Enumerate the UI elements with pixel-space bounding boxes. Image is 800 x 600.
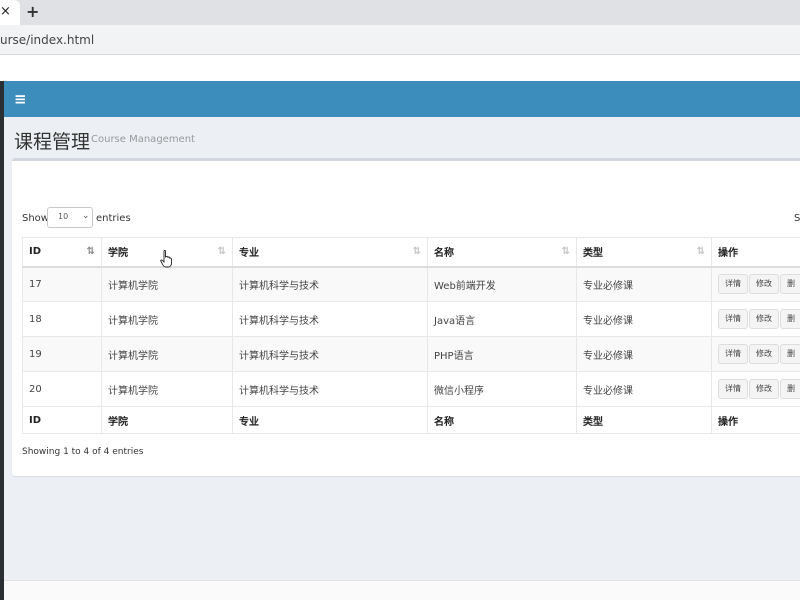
cell-type: 专业必修课 xyxy=(576,336,712,372)
length-entries-label: entries xyxy=(96,213,131,224)
cell-actions: 详情 修改删 xyxy=(711,336,800,372)
length-show-label: Show xyxy=(22,213,49,224)
footer-college: 学院 xyxy=(101,406,233,434)
table-header-row: ID ⇅ 学院 ⇅ 专业 ⇅ 名称 ⇅ 类型 ⇅ 操作 xyxy=(22,237,800,268)
cell-name: Web前端开发 xyxy=(427,266,577,302)
table-footer-row: ID 学院 专业 名称 类型 操作 xyxy=(22,406,800,434)
detail-button[interactable]: 详情 xyxy=(718,274,748,295)
search-label: S xyxy=(794,213,800,224)
cell-name: 微信小程序 xyxy=(427,371,577,407)
page-subtitle: Course Management xyxy=(91,134,195,145)
cell-id: 18 xyxy=(22,301,102,337)
page-title: 课程管理 xyxy=(14,131,91,153)
column-header-id[interactable]: ID ⇅ xyxy=(22,237,102,268)
cell-id: 19 xyxy=(22,336,102,372)
address-bar[interactable]: urse/index.html xyxy=(0,25,800,55)
page-footer xyxy=(4,580,800,600)
edit-button[interactable]: 修改 xyxy=(749,379,779,399)
column-header-actions: 操作 xyxy=(711,237,800,268)
cell-type: 专业必修课 xyxy=(576,371,712,407)
edit-button[interactable]: 修改 xyxy=(749,344,779,364)
column-header-major[interactable]: 专业 ⇅ xyxy=(232,237,428,268)
cell-type: 专业必修课 xyxy=(576,266,712,302)
cell-id: 17 xyxy=(22,266,102,302)
cell-actions: 详情 修改删 xyxy=(711,371,800,407)
column-header-name[interactable]: 名称 ⇅ xyxy=(427,237,577,268)
cell-major: 计算机科学与技术 xyxy=(232,301,428,337)
course-table: ID ⇅ 学院 ⇅ 专业 ⇅ 名称 ⇅ 类型 ⇅ 操作 17 计算机学院 计算机科学与技术… xyxy=(22,237,800,434)
sort-icon: ⇅ xyxy=(412,246,421,257)
delete-button[interactable]: 删 xyxy=(780,344,800,364)
cell-actions: 详情 修改删 xyxy=(711,266,800,302)
edit-button[interactable]: 修改 xyxy=(749,274,779,295)
footer-type: 类型 xyxy=(576,406,712,434)
cell-type: 专业必修课 xyxy=(576,301,712,337)
cell-major: 计算机科学与技术 xyxy=(232,336,428,372)
footer-id: ID xyxy=(22,406,102,434)
course-table-box: Show 10 ⌄ entries S ID ⇅ 学院 ⇅ 专业 ⇅ 名称 ⇅ 类型 ⇅ … xyxy=(12,158,800,476)
delete-button[interactable]: 删 xyxy=(780,379,800,399)
detail-button[interactable]: 详情 xyxy=(718,379,748,399)
cell-college: 计算机学院 xyxy=(101,301,233,337)
delete-button[interactable]: 删 xyxy=(780,274,800,295)
cell-id: 20 xyxy=(22,371,102,407)
column-header-type[interactable]: 类型 ⇅ xyxy=(576,237,712,268)
browser-tab[interactable]: × xyxy=(0,0,20,25)
cell-college: 计算机学院 xyxy=(101,371,233,407)
table-row: 18 计算机学院 计算机科学与技术 Java语言 专业必修课 详情 修改删 xyxy=(22,301,800,337)
footer-name: 名称 xyxy=(427,406,577,434)
table-row: 19 计算机学院 计算机科学与技术 PHP语言 专业必修课 详情 修改删 xyxy=(22,336,800,372)
cell-name: PHP语言 xyxy=(427,336,577,372)
page-top-area xyxy=(0,55,800,81)
top-navbar: ≡ xyxy=(4,81,800,117)
menu-toggle-icon[interactable]: ≡ xyxy=(14,90,27,108)
close-icon[interactable]: × xyxy=(0,4,11,20)
edit-button[interactable]: 修改 xyxy=(749,309,779,329)
cell-major: 计算机科学与技术 xyxy=(232,371,428,407)
footer-actions: 操作 xyxy=(711,406,800,434)
table-row: 17 计算机学院 计算机科学与技术 Web前端开发 专业必修课 详情 修改删 xyxy=(22,266,800,302)
cell-college: 计算机学院 xyxy=(101,266,233,302)
table-row: 20 计算机学院 计算机科学与技术 微信小程序 专业必修课 详情 修改删 xyxy=(22,371,800,407)
detail-button[interactable]: 详情 xyxy=(718,309,748,329)
footer-major: 专业 xyxy=(232,406,428,434)
new-tab-icon[interactable]: + xyxy=(26,2,39,22)
page-length-value: 10 xyxy=(58,212,69,221)
url-text[interactable]: urse/index.html xyxy=(0,33,94,47)
delete-button[interactable]: 删 xyxy=(780,309,800,329)
table-info: Showing 1 to 4 of 4 entries xyxy=(22,447,144,457)
cell-actions: 详情 修改删 xyxy=(711,301,800,337)
sort-asc-icon: ⇅ xyxy=(86,246,95,257)
cell-name: Java语言 xyxy=(427,301,577,337)
detail-button[interactable]: 详情 xyxy=(718,344,748,364)
hand-cursor-icon xyxy=(160,250,172,268)
page-length-select[interactable]: 10 ⌄ xyxy=(47,207,93,228)
sort-icon: ⇅ xyxy=(561,246,570,257)
content-wrapper: 课程管理 Course Management Show 10 ⌄ entries… xyxy=(4,117,800,580)
chevron-down-icon: ⌄ xyxy=(82,211,90,221)
cell-college: 计算机学院 xyxy=(101,336,233,372)
browser-tab-bar: × + xyxy=(0,0,800,25)
sort-icon: ⇅ xyxy=(217,246,226,257)
cell-major: 计算机科学与技术 xyxy=(232,266,428,302)
sort-icon: ⇅ xyxy=(696,246,705,257)
